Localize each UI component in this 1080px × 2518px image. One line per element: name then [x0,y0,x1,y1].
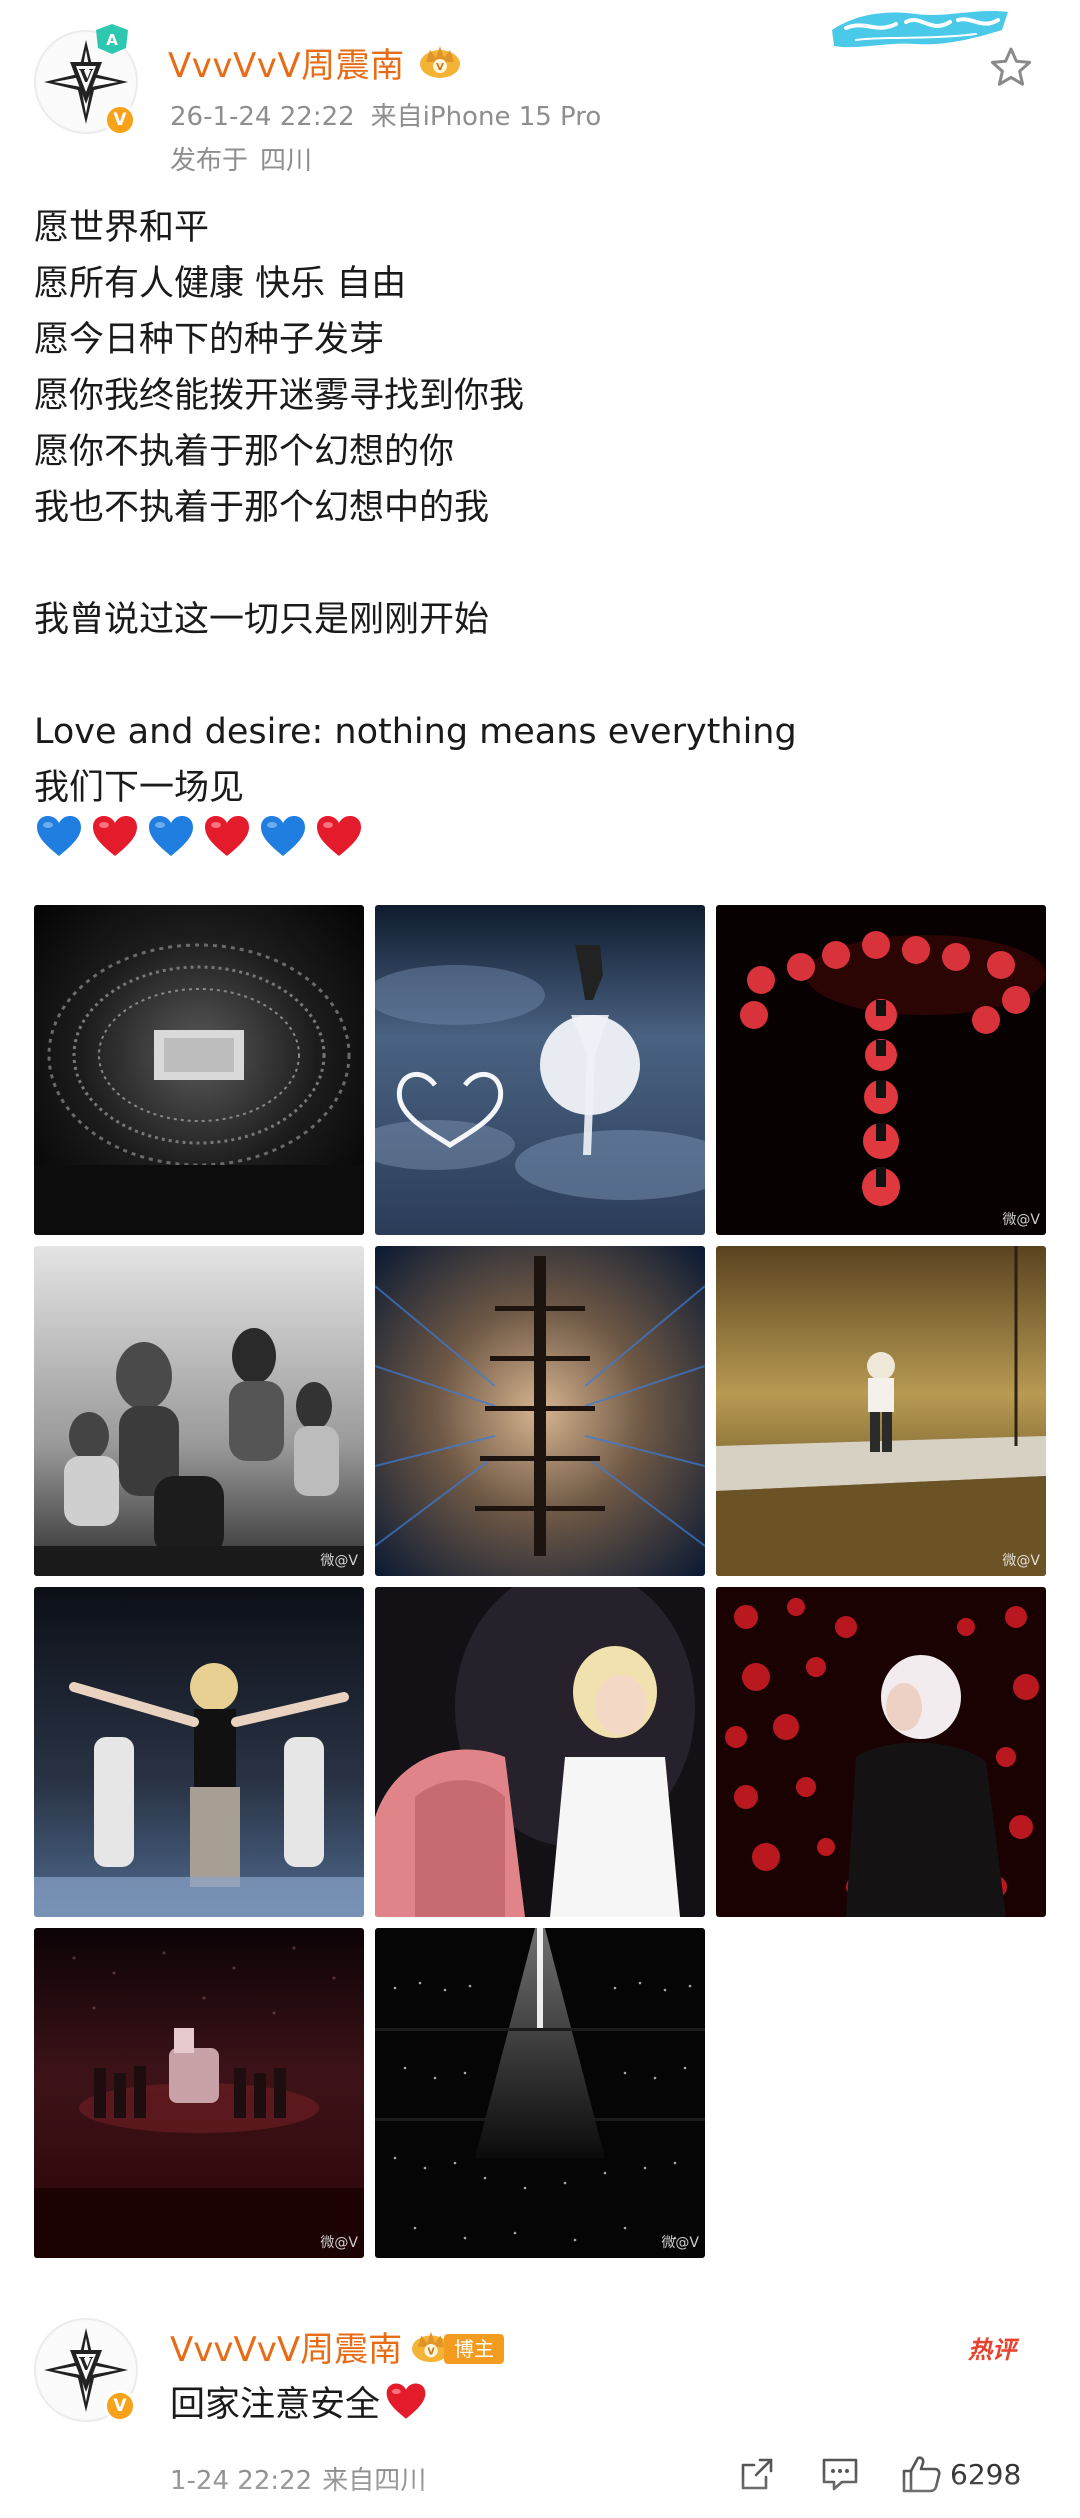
photo-watermark: 微@V [1002,1212,1040,1228]
red-stage-group-photo[interactable]: 微@V [34,1928,364,2258]
dancers-monochrome-photo[interactable]: 微@V [34,1246,364,1576]
share-icon [741,2458,773,2490]
post-text-line: 愿世界和平 [34,208,210,248]
vip-level-badge-icon: A [96,24,128,54]
golden-stage-performer-photo[interactable]: 微@V [716,1246,1046,1576]
post-source: 来自iPhone 15 Pro [370,102,602,132]
comment-meta: 1-24 22:22 来自四川 [170,2460,426,2497]
photo-watermark: 微@V [1002,1553,1040,1569]
crown-badge-icon: V [420,46,460,78]
photo-watermark: 微@V [320,2235,358,2251]
comment-author-name[interactable]: VvvVvV周震南 [170,2322,402,2371]
post-text-line: 愿你我终能拨开迷雾寻找到你我 [34,376,525,416]
svg-text:V: V [78,66,94,87]
post-text-line [34,648,1044,704]
emoji-row [34,812,364,862]
blue-heart-icon [261,816,305,856]
post-time: 26-1-24 22:22 [170,102,355,132]
lineup-lightspeed-photo[interactable] [375,1246,705,1576]
verified-badge: V [104,104,136,136]
comment-icon [822,2458,858,2491]
like-count: 6298 [950,2457,1022,2491]
red-heart-icon [93,816,137,856]
red-circles-stage-photo[interactable]: 微@V [716,905,1046,1235]
red-bokeh-singer-photo[interactable] [716,1587,1046,1917]
spotlight-crowd-photo[interactable]: 微@V [375,1928,705,2258]
svg-text:V: V [427,2347,435,2358]
post-location: 发布于 四川 [170,140,312,177]
location-value: 四川 [260,146,313,176]
post-text-line: 愿今日种下的种子发芽 [34,320,385,360]
photo-watermark: 微@V [661,2235,699,2251]
photo-watermark: 微@V [320,1553,358,1569]
reply-button[interactable] [820,2455,860,2493]
svg-text:V: V [436,62,444,73]
red-heart-icon [317,816,361,856]
comment-source: 来自四川 [322,2466,427,2496]
author-name[interactable]: VvvVvV周震南 [168,38,405,87]
post-text-line [34,536,1044,592]
moon-horse-cloud-photo[interactable] [375,905,705,1235]
blue-heart-icon [149,816,193,856]
arms-spread-performer-photo[interactable] [34,1587,364,1917]
blonde-singer-white-shirt-photo[interactable] [375,1587,705,1917]
location-prefix: 发布于 [170,146,249,176]
arena-aerial-photo[interactable] [34,905,364,1235]
svg-text:A: A [106,31,118,49]
comment-text: 回家注意安全 [170,2376,428,2427]
hot-comment-tag: 热评 [968,2336,1016,2364]
star-outline-icon[interactable] [988,44,1034,90]
post-text-line: 我也不执着于那个幻想中的我 [34,488,490,528]
comment-time: 1-24 22:22 [170,2466,313,2496]
post-text-line: Love and desire: nothing means everythin… [34,712,797,752]
post-text-line: 我曾说过这一切只是刚刚开始 [34,600,490,640]
comment-body: 回家注意安全 [170,2385,381,2425]
post-text-line: 愿所有人健康 快乐 自由 [34,264,407,304]
post-body: 愿世界和平 愿所有人健康 快乐 自由 愿今日种下的种子发芽 愿你我终能拨开迷雾寻… [34,200,1044,816]
comment-actions: 6298 [738,2452,1021,2496]
svg-text:V: V [78,2354,94,2375]
red-heart-icon [205,816,249,856]
like-button[interactable]: 6298 [900,2454,1021,2494]
author-role-badge: 博主 [444,2334,504,2364]
post-text-line: 我们下一场见 [34,768,245,808]
brush-script-stamp-icon [832,11,1008,48]
share-button[interactable] [738,2455,776,2493]
thumbs-up-icon [902,2456,941,2493]
post-text-line: 愿你不执着于那个幻想的你 [34,432,455,472]
verified-badge: V [104,2390,136,2422]
red-heart-icon [386,2383,426,2419]
post-meta: 26-1-24 22:22 来自iPhone 15 Pro [170,96,601,133]
blue-heart-icon [37,816,81,856]
